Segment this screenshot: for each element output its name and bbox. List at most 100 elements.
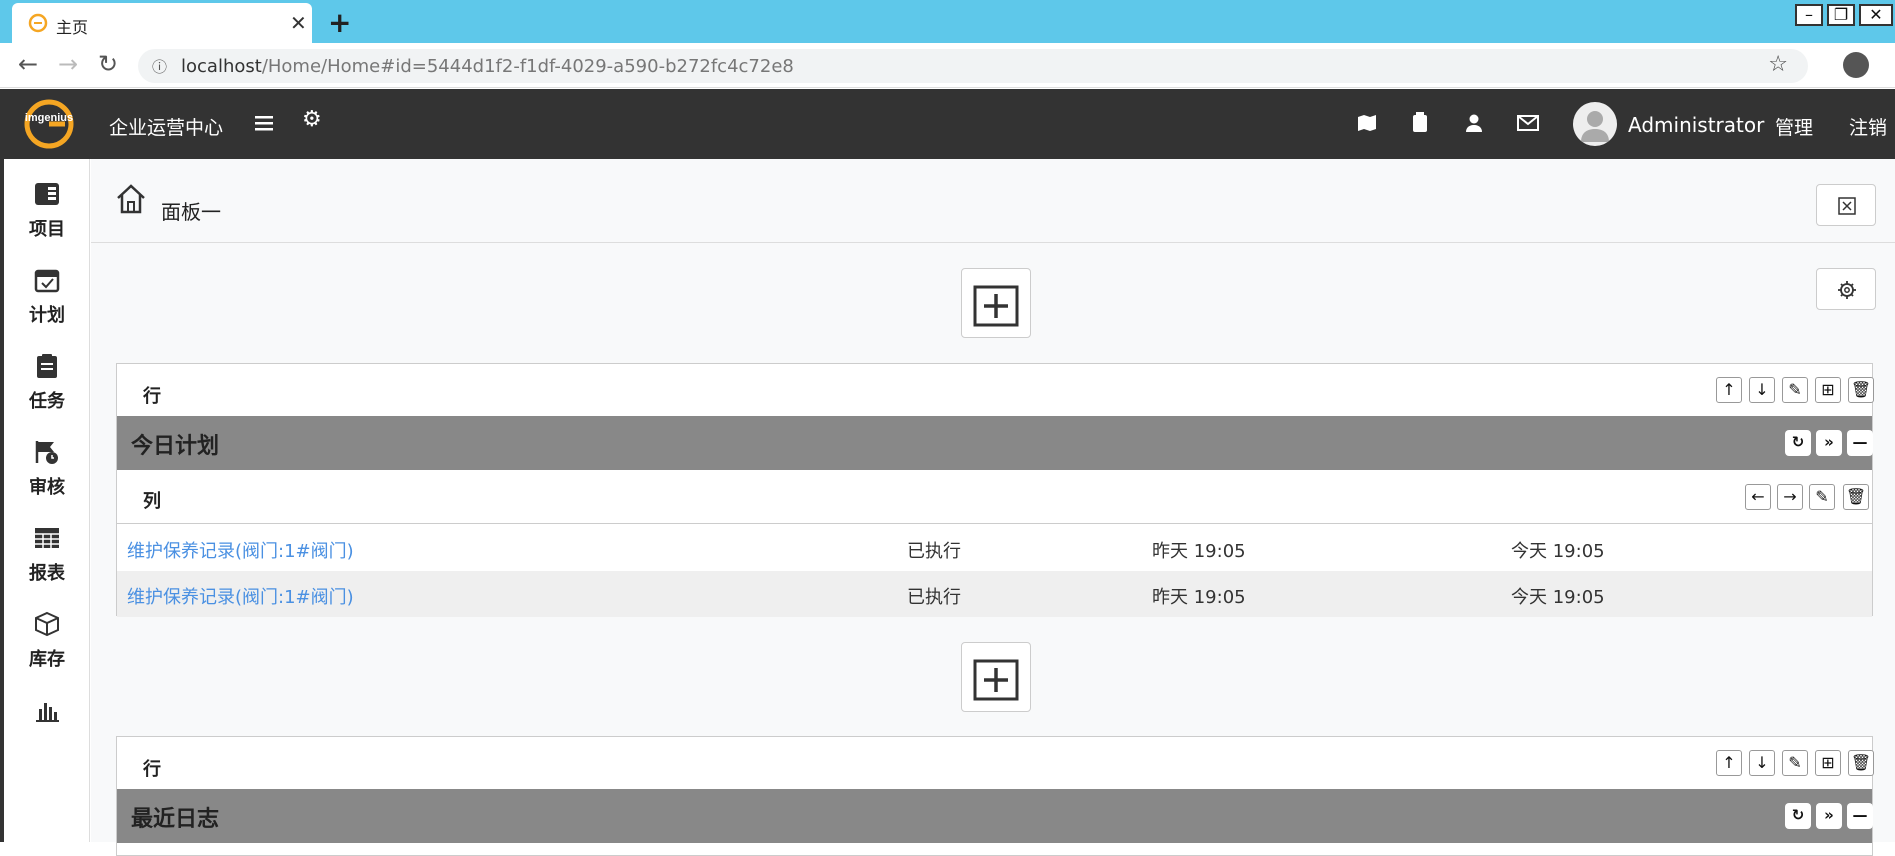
browser-tab-strip: 主页 ✕ + – ❐ ✕ bbox=[0, 0, 1895, 43]
dashboard-main: 面板一 行 ↑ ↓ ✎ ⊞ 🗑 今日计划 ↻ » — 列 ← → ✎ 🗑 维护保… bbox=[91, 159, 1895, 856]
calendar-icon bbox=[34, 269, 60, 293]
status-text: 已执行 bbox=[907, 587, 961, 608]
tab-close-icon[interactable]: ✕ bbox=[290, 11, 307, 35]
delete-icon[interactable]: 🗑 bbox=[1848, 750, 1874, 776]
url-host: localhost bbox=[181, 56, 262, 77]
sidebar-item-plan[interactable]: 计划 bbox=[4, 245, 90, 335]
user-name[interactable]: Administrator bbox=[1628, 113, 1764, 137]
edit-icon[interactable]: ✎ bbox=[1782, 750, 1808, 776]
widget-title: 今日计划 bbox=[131, 434, 220, 459]
close-panel-button[interactable] bbox=[1816, 184, 1876, 226]
app-title: 企业运营中心 bbox=[109, 117, 224, 139]
end-time: 今天 19:05 bbox=[1511, 541, 1605, 562]
move-down-icon[interactable]: ↓ bbox=[1749, 750, 1775, 776]
row-label: 行 bbox=[143, 759, 161, 780]
row-panel: 行 ↑ ↓ ✎ ⊞ 🗑 最近日志 ↻ » — bbox=[116, 736, 1874, 856]
refresh-icon[interactable]: ↻ bbox=[1785, 430, 1811, 456]
row-header: 行 ↑ ↓ ✎ ⊞ 🗑 bbox=[117, 364, 1874, 416]
map-icon[interactable] bbox=[1357, 113, 1377, 133]
delete-icon[interactable]: 🗑 bbox=[1843, 484, 1869, 510]
plus-square-icon bbox=[973, 659, 1019, 701]
user-icon[interactable] bbox=[1464, 113, 1484, 133]
status-text: 已执行 bbox=[907, 541, 961, 562]
refresh-icon[interactable]: ↻ bbox=[1785, 803, 1811, 829]
sidebar-item-label: 任务 bbox=[29, 391, 65, 412]
column-header: 列 ← → ✎ 🗑 bbox=[117, 470, 1872, 524]
record-link[interactable]: 维护保养记录(阀门:1#阀门) bbox=[127, 583, 354, 609]
end-time: 今天 19:05 bbox=[1511, 587, 1605, 608]
add-row-button[interactable] bbox=[961, 642, 1031, 712]
avatar-user-icon bbox=[1581, 111, 1609, 142]
row-header: 行 ↑ ↓ ✎ ⊞ 🗑 bbox=[117, 737, 1874, 789]
move-right-icon[interactable]: → bbox=[1777, 484, 1803, 510]
back-icon[interactable]: ← bbox=[18, 50, 38, 78]
expand-icon[interactable]: » bbox=[1816, 803, 1842, 829]
sidebar-item-inventory[interactable]: 库存 bbox=[4, 589, 90, 679]
url-input[interactable]: ⓘ localhost/Home/Home#id=5444d1f2-f1df-4… bbox=[138, 49, 1808, 83]
menu-icon[interactable] bbox=[254, 113, 274, 133]
expand-icon[interactable]: » bbox=[1816, 430, 1842, 456]
sidebar-item-review[interactable]: 审核 bbox=[4, 417, 90, 507]
panel-settings-button[interactable] bbox=[1816, 268, 1876, 310]
site-info-icon[interactable]: ⓘ bbox=[152, 56, 167, 77]
edit-icon[interactable]: ✎ bbox=[1809, 484, 1835, 510]
restore-button[interactable]: ❐ bbox=[1827, 4, 1855, 26]
add-column-icon[interactable]: ⊞ bbox=[1815, 750, 1841, 776]
move-up-icon[interactable]: ↑ bbox=[1716, 377, 1742, 403]
project-icon bbox=[35, 183, 59, 205]
manage-link[interactable]: 管理 bbox=[1775, 113, 1813, 140]
close-window-button[interactable]: ✕ bbox=[1859, 4, 1893, 26]
sidebar-item-project[interactable]: 项目 bbox=[4, 159, 90, 249]
home-icon[interactable] bbox=[115, 183, 147, 215]
widget-title-bar: 今日计划 ↻ » — bbox=[117, 416, 1873, 470]
minimize-button[interactable]: – bbox=[1795, 4, 1823, 26]
app-header: imgenius 企业运营中心 ⚙ Administrator 管理 注销 bbox=[4, 89, 1895, 159]
address-bar: ← → ↻ ⓘ localhost/Home/Home#id=5444d1f2-… bbox=[0, 43, 1895, 88]
widget-title-bar: 最近日志 ↻ » — bbox=[117, 789, 1873, 843]
forward-icon[interactable]: → bbox=[58, 50, 78, 78]
box-icon bbox=[35, 611, 59, 637]
clipboard-icon bbox=[37, 354, 57, 378]
browser-tab[interactable]: 主页 ✕ bbox=[12, 3, 312, 43]
settings-gear-icon[interactable]: ⚙ bbox=[302, 107, 322, 132]
record-link[interactable]: 维护保养记录(阀门:1#阀门) bbox=[127, 537, 354, 563]
add-row-button[interactable] bbox=[961, 268, 1031, 338]
edit-icon[interactable]: ✎ bbox=[1782, 377, 1808, 403]
sidebar-item-task[interactable]: 任务 bbox=[4, 331, 90, 421]
move-down-icon[interactable]: ↓ bbox=[1749, 377, 1775, 403]
gear-icon bbox=[1838, 281, 1856, 299]
sidebar: 项目 计划 任务 审核 报表 库存 bbox=[4, 159, 90, 842]
collapse-icon[interactable]: — bbox=[1847, 430, 1873, 456]
move-up-icon[interactable]: ↑ bbox=[1716, 750, 1742, 776]
bar-chart-icon bbox=[36, 703, 59, 722]
new-tab-button[interactable]: + bbox=[328, 6, 351, 39]
move-left-icon[interactable]: ← bbox=[1745, 484, 1771, 510]
favicon-icon bbox=[28, 13, 48, 33]
imgenius-logo: imgenius bbox=[24, 99, 74, 149]
table-row: 维护保养记录(阀门:1#阀门) 已执行 昨天 19:05 今天 19:05 bbox=[117, 571, 1872, 617]
mail-icon[interactable] bbox=[1517, 115, 1539, 131]
sidebar-item-report[interactable]: 报表 bbox=[4, 503, 90, 593]
sidebar-item-label: 审核 bbox=[29, 477, 65, 498]
breadcrumb: 面板一 bbox=[91, 159, 1895, 243]
page-title: 面板一 bbox=[161, 200, 221, 224]
start-time: 昨天 19:05 bbox=[1152, 541, 1246, 562]
svg-text:imgenius: imgenius bbox=[25, 112, 73, 124]
bookmark-star-icon[interactable]: ☆ bbox=[1768, 52, 1788, 77]
collapse-icon[interactable]: — bbox=[1847, 803, 1873, 829]
row-label: 行 bbox=[143, 386, 161, 407]
logout-link[interactable]: 注销 bbox=[1849, 113, 1887, 140]
browser-account-icon[interactable] bbox=[1843, 52, 1869, 78]
avatar[interactable] bbox=[1573, 102, 1617, 146]
tab-title: 主页 bbox=[56, 18, 89, 37]
sidebar-item-label: 报表 bbox=[29, 563, 65, 584]
sidebar-item-stats[interactable] bbox=[4, 675, 90, 765]
sidebar-item-label: 库存 bbox=[29, 649, 65, 670]
battery-icon[interactable] bbox=[1411, 111, 1429, 133]
row-panel: 行 ↑ ↓ ✎ ⊞ 🗑 今日计划 ↻ » — 列 ← → ✎ 🗑 维护保养记录(… bbox=[116, 363, 1874, 617]
delete-icon[interactable]: 🗑 bbox=[1848, 377, 1874, 403]
reload-icon[interactable]: ↻ bbox=[98, 50, 118, 78]
add-column-icon[interactable]: ⊞ bbox=[1815, 377, 1841, 403]
column-label: 列 bbox=[143, 491, 161, 512]
table-icon bbox=[35, 528, 59, 548]
